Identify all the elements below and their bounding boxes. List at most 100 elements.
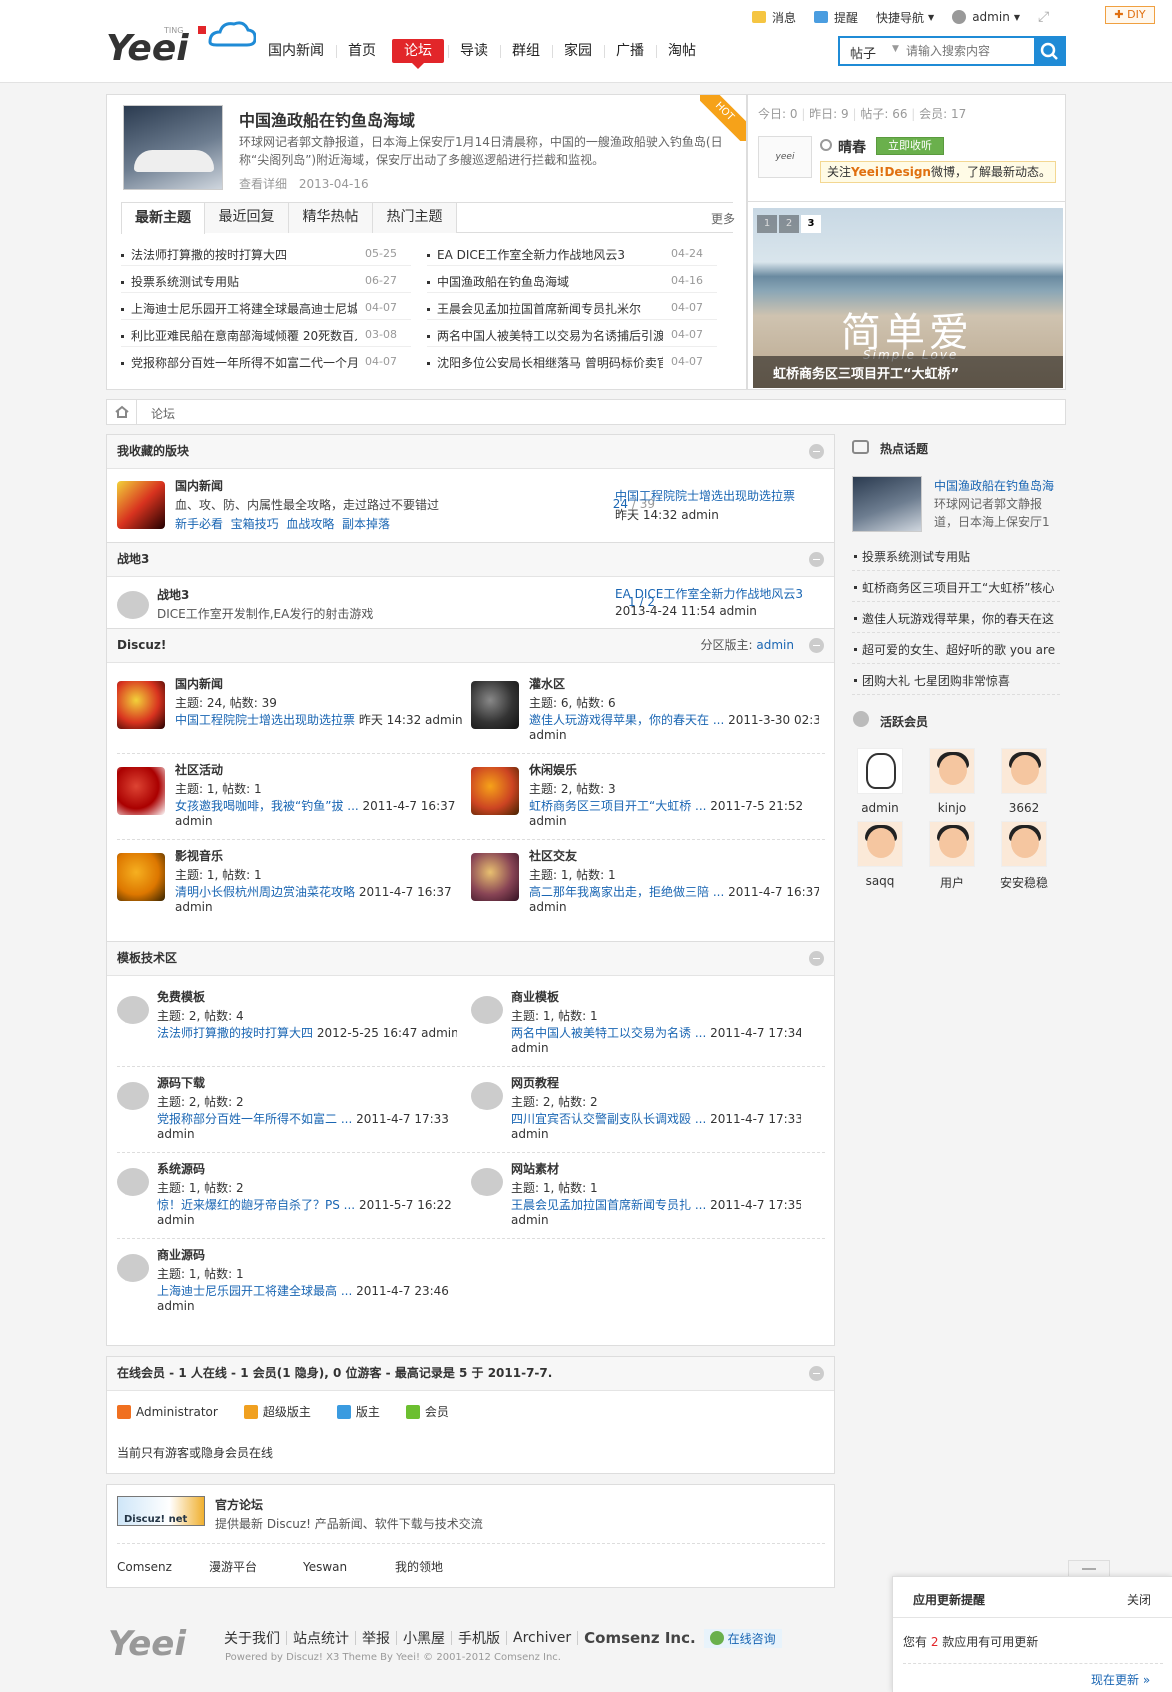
member-avatar[interactable]: [857, 821, 903, 867]
forum-name[interactable]: 社区活动: [175, 761, 223, 778]
forum-last-post[interactable]: 虹桥商务区三项目开工“大虹桥 ...: [529, 799, 706, 813]
forum-name[interactable]: 国内新闻: [175, 675, 223, 692]
forum-name[interactable]: 社区交友: [529, 847, 577, 864]
fullscreen-button[interactable]: ⤢: [1038, 9, 1049, 25]
latest-topic-link[interactable]: 投票系统测试专用贴: [131, 273, 357, 290]
hot-topic-link[interactable]: 超可爱的女生、超好听的歌 you are: [862, 641, 1062, 658]
collapse-icon[interactable]: [809, 1366, 824, 1381]
forum-last-author[interactable]: admin: [511, 1213, 549, 1227]
forum-last-author[interactable]: admin: [157, 1213, 195, 1227]
forum-name[interactable]: 商业源码: [157, 1246, 205, 1263]
forum-last-author[interactable]: admin: [529, 900, 567, 914]
forum-name[interactable]: 商业模板: [511, 988, 559, 1005]
member-name[interactable]: kinjo: [919, 801, 985, 815]
forum-last-post[interactable]: 中国工程院院士增选出现助选拉票: [615, 487, 795, 504]
forum-name[interactable]: 灌水区: [529, 675, 565, 692]
latest-topic-link[interactable]: 沈阳多位公安局长相继落马 曾明码标价卖官: [437, 354, 663, 371]
forum-last-post[interactable]: 高二那年我离家出走，拒绝做三陪 ...: [529, 885, 724, 899]
latest-topic-link[interactable]: 两名中国人被美特工以交易为名诱捕后引渡至: [437, 327, 663, 344]
forum-last-author[interactable]: admin: [511, 1041, 549, 1055]
footer-link[interactable]: 小黑屋: [403, 1628, 445, 1648]
slider-image[interactable]: 简单爱 Simple Love 虹桥商务区三项目开工“大虹桥” 1 2 3: [753, 208, 1063, 388]
forum-name[interactable]: 国内新闻: [175, 477, 223, 494]
latest-topic-link[interactable]: 法法师打算撒的按时打算大四: [131, 246, 357, 263]
weibo-follow-button[interactable]: 立即收听: [876, 137, 944, 155]
nav-item-groups[interactable]: 群组: [500, 39, 552, 63]
collapse-icon[interactable]: [809, 444, 824, 459]
footer-link[interactable]: 举报: [362, 1628, 390, 1648]
links-title[interactable]: 官方论坛: [215, 1496, 263, 1513]
nav-item-space[interactable]: 家园: [552, 39, 604, 63]
forum-last-author[interactable]: admin: [529, 728, 567, 742]
latest-topic-link[interactable]: 中国渔政船在钓鱼岛海域: [437, 273, 663, 290]
forum-icon[interactable]: [471, 767, 519, 815]
footer-logo[interactable]: Yeei: [108, 1624, 186, 1664]
member-avatar[interactable]: [1001, 748, 1047, 794]
forum-last-post[interactable]: 邀佳人玩游戏得苹果，你的春天在 ...: [529, 713, 724, 727]
forum-last-post[interactable]: 女孩邀我喝咖啡，我被“钓鱼”拔 ...: [175, 799, 359, 813]
forum-last-post[interactable]: 上海迪士尼乐园开工将建全球最高 ...: [157, 1284, 352, 1298]
forum-icon[interactable]: [471, 853, 519, 901]
search-input[interactable]: [906, 42, 1028, 60]
update-close-button[interactable]: 关闭: [1127, 1591, 1151, 1608]
forum-last-author[interactable]: admin: [511, 1127, 549, 1141]
forum-icon[interactable]: [471, 681, 519, 729]
collapse-icon[interactable]: [809, 951, 824, 966]
forum-name[interactable]: 网站素材: [511, 1160, 559, 1177]
forum-icon[interactable]: [117, 681, 165, 729]
latest-topic-link[interactable]: EA DICE工作室全新力作战地风云3: [437, 246, 663, 263]
member-name[interactable]: 3662: [991, 801, 1057, 815]
forum-last-post[interactable]: 党报称部分百姓一年所得不如富二 ...: [157, 1112, 352, 1126]
diy-button[interactable]: ✚ DIY: [1105, 6, 1155, 24]
hot-topic-link[interactable]: 投票系统测试专用贴: [862, 548, 1062, 565]
link-manyou[interactable]: 漫游平台: [209, 1558, 257, 1575]
update-now-link[interactable]: 现在更新 »: [1091, 1671, 1150, 1688]
forum-last-post[interactable]: 中国工程院院士增选出现助选拉票: [175, 713, 355, 727]
slider-page-3[interactable]: 3: [801, 215, 821, 233]
nav-item-collection[interactable]: 淘帖: [656, 39, 708, 63]
forum-icon[interactable]: [117, 853, 165, 901]
latest-topic-link[interactable]: 利比亚难民船在意南部海域倾覆 20死数百人: [131, 327, 357, 344]
forum-last-author[interactable]: admin: [157, 1299, 195, 1313]
footer-link[interactable]: 关于我们: [224, 1628, 280, 1648]
nav-item-broadcast[interactable]: 广播: [604, 39, 656, 63]
site-logo[interactable]: Yeei TING: [106, 18, 257, 69]
search-type-select[interactable]: 帖子: [850, 43, 876, 62]
forum-name[interactable]: 系统源码: [157, 1160, 205, 1177]
user-menu[interactable]: admin ▼: [952, 10, 1020, 24]
member-name[interactable]: 用户: [919, 874, 985, 891]
headline-thumbnail[interactable]: [123, 105, 223, 190]
slider-caption[interactable]: 虹桥商务区三项目开工“大虹桥”: [773, 363, 959, 382]
hot-feature-title[interactable]: 中国渔政船在钓鱼岛海: [934, 477, 1054, 494]
member-name[interactable]: saqq: [847, 874, 913, 888]
member-name[interactable]: 安安稳稳: [991, 874, 1057, 891]
forum-last-post[interactable]: 清明小长假杭州周边赏油菜花攻略: [175, 885, 355, 899]
breadcrumb-home[interactable]: [107, 400, 137, 424]
quicknav-menu[interactable]: 快捷导航 ▼: [876, 9, 934, 26]
forum-name[interactable]: 休闲娱乐: [529, 761, 577, 778]
nav-item-guide[interactable]: 导读: [448, 39, 500, 63]
headline-title[interactable]: 中国渔政船在钓鱼岛海域: [239, 107, 415, 131]
forum-last-post[interactable]: 两名中国人被美特工以交易为名诱 ...: [511, 1026, 706, 1040]
forum-link-2[interactable]: 血战攻略: [286, 517, 334, 531]
collapse-icon[interactable]: [809, 638, 824, 653]
member-avatar[interactable]: [929, 748, 975, 794]
member-avatar[interactable]: [1001, 821, 1047, 867]
hot-topic-link[interactable]: 邀佳人玩游戏得苹果，你的春天在这: [862, 610, 1062, 627]
footer-link[interactable]: 手机版: [458, 1628, 500, 1648]
member-name[interactable]: admin: [847, 801, 913, 815]
hot-feature-thumb[interactable]: [852, 476, 922, 532]
nav-item-home[interactable]: 首页: [336, 39, 388, 63]
forum-name[interactable]: 网页教程: [511, 1074, 559, 1091]
link-mydomain[interactable]: 我的领地: [395, 1558, 443, 1575]
latest-topic-link[interactable]: 王晨会见孟加拉国首席新闻专员扎米尔: [437, 300, 663, 317]
search-button[interactable]: [1034, 38, 1064, 64]
messages-link[interactable]: 消息: [752, 9, 796, 26]
collapse-icon[interactable]: [809, 552, 824, 567]
forum-last-author[interactable]: admin: [175, 900, 213, 914]
forum-last-author[interactable]: admin: [157, 1127, 195, 1141]
discuz-logo[interactable]: Discuz! net: [117, 1496, 205, 1526]
hot-topic-link[interactable]: 团购大礼 七星团购非常惊喜: [862, 672, 1062, 689]
slider-page-2[interactable]: 2: [779, 215, 799, 233]
tabs-more-link[interactable]: 更多: [711, 210, 735, 227]
